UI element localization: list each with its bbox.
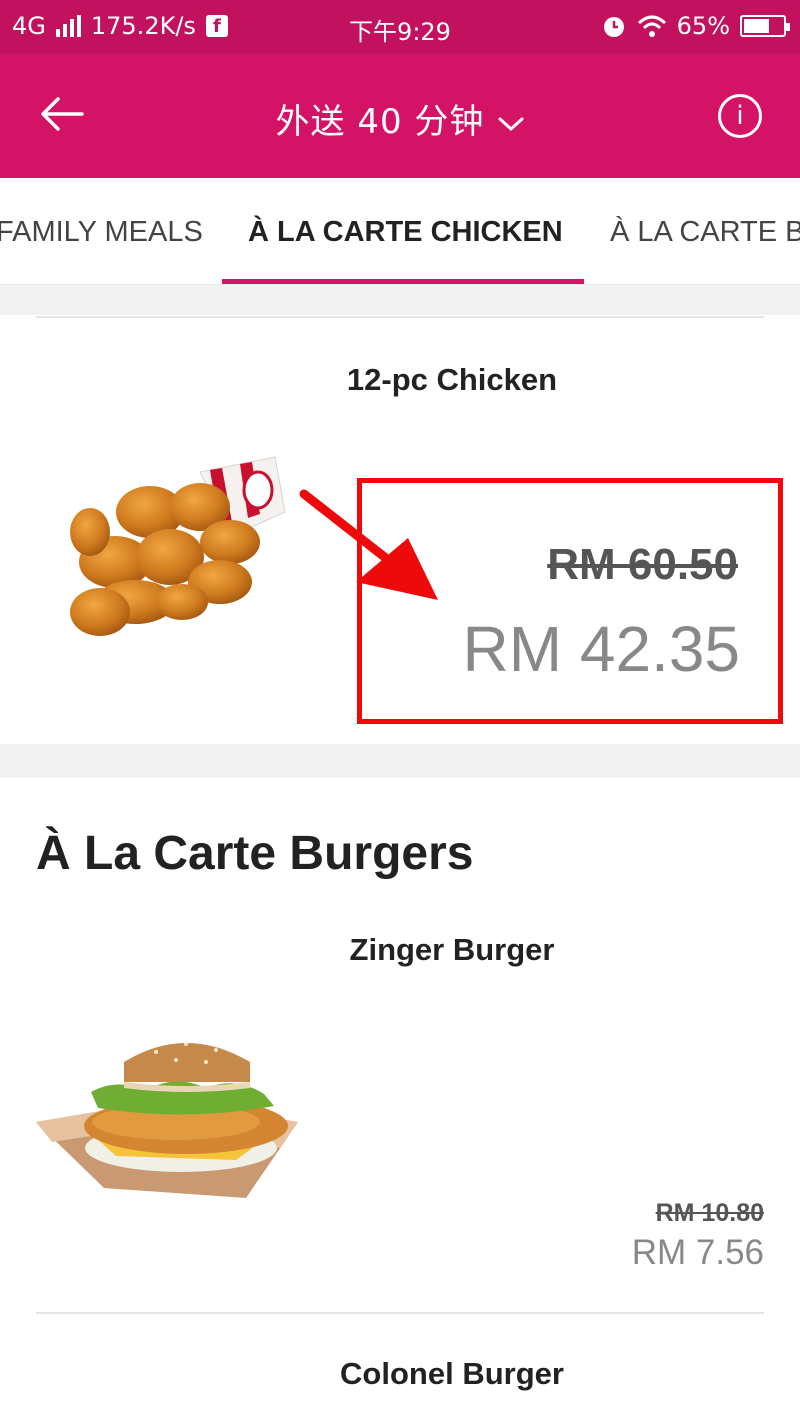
section-gap xyxy=(0,744,800,778)
alarm-icon xyxy=(603,17,624,37)
tab-a-la-carte-chicken[interactable]: À LA CARTE CHICKEN xyxy=(248,216,563,249)
section-gap xyxy=(0,285,800,315)
status-right: 65% xyxy=(601,12,790,40)
divider xyxy=(36,1312,764,1314)
wifi-icon xyxy=(637,15,666,37)
battery-icon xyxy=(740,15,790,37)
item-name: Colonel Burger xyxy=(340,1356,564,1391)
fried-chicken-bucket-image xyxy=(70,456,286,636)
tab-family-meals[interactable]: FAMILY MEALS xyxy=(0,216,203,249)
discounted-price: RM 7.56 xyxy=(631,1233,764,1272)
active-tab-indicator xyxy=(222,279,584,284)
app-bar: 外送 40 分钟 i xyxy=(0,54,800,178)
divider xyxy=(36,316,764,318)
page-title: 外送 40 分钟 xyxy=(275,102,485,142)
delivery-time-selector[interactable]: 外送 40 分钟 xyxy=(0,94,800,143)
section-heading: À La Carte Burgers xyxy=(36,827,474,880)
chevron-down-icon xyxy=(498,117,524,131)
item-name: Zinger Burger xyxy=(349,932,555,967)
tab-a-la-carte-burgers[interactable]: À LA CARTE B xyxy=(610,216,800,249)
battery-percent: 65% xyxy=(676,12,730,40)
status-bar: 4G 175.2K/s f 下午9:29 65% xyxy=(0,0,800,54)
item-name: 12-pc Chicken xyxy=(346,362,558,397)
original-price: RM 10.80 xyxy=(655,1199,764,1227)
zinger-burger-image xyxy=(36,1042,298,1198)
info-icon[interactable]: i xyxy=(718,94,762,138)
red-arrow-icon xyxy=(299,489,438,600)
category-tabs: FAMILY MEALS À LA CARTE CHICKEN À LA CAR… xyxy=(0,178,800,285)
